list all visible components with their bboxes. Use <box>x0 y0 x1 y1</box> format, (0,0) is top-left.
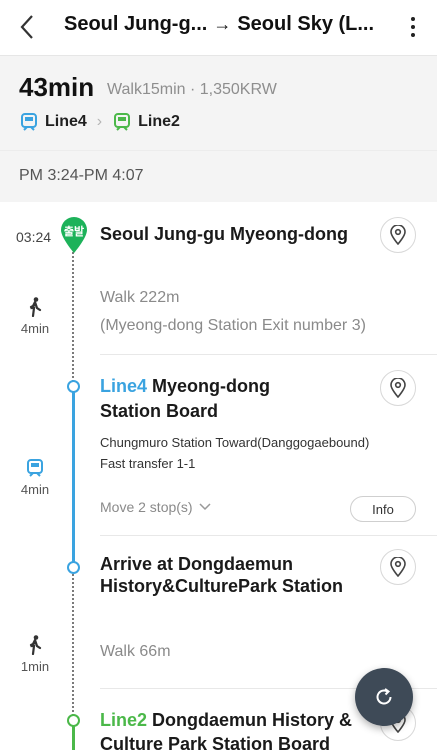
refresh-button[interactable] <box>355 668 413 726</box>
walk-connector <box>72 574 74 716</box>
walk-distance: Walk 222m <box>100 289 180 306</box>
board-station-line1: Dongdaemun History & <box>147 710 353 730</box>
walk-connector <box>72 252 74 386</box>
chevron-down-icon <box>199 503 211 511</box>
walk-distance: Walk 66m <box>100 643 171 660</box>
route-timeline: 03:24 출발 Seoul Jung-gu Myeong-dong 4min … <box>0 202 437 750</box>
walk-duration: 4min <box>20 321 50 336</box>
departure-time: 03:24 <box>16 229 52 245</box>
origin-name: Seoul Jung-g... <box>64 13 208 35</box>
back-arrow-icon <box>20 15 33 39</box>
time-range: PM 3:24-PM 4:07 <box>19 167 144 184</box>
location-pin-icon <box>390 557 406 577</box>
fast-transfer: Fast transfer 1-1 <box>100 456 196 471</box>
board-title: Line4 Myeong-dong Station Board <box>100 374 270 424</box>
more-options-button[interactable] <box>401 10 425 44</box>
subway-icon <box>21 113 37 131</box>
info-button[interactable]: Info <box>350 496 416 522</box>
back-button[interactable] <box>10 10 44 44</box>
route-arrow: → <box>213 14 232 34</box>
location-button[interactable] <box>380 549 416 585</box>
location-button[interactable] <box>380 217 416 253</box>
arrive-line2: History&CulturePark Station <box>100 576 344 596</box>
walking-person-icon <box>29 297 42 317</box>
line-label: Line2 <box>138 113 180 130</box>
route-summary: 43min Walk15min · 1,350KRW Line4 › Line2 <box>0 56 437 150</box>
subway-icon <box>114 113 131 131</box>
board-node <box>67 714 80 727</box>
total-duration: 43min <box>19 72 95 102</box>
walk-duration: 1min <box>20 659 50 674</box>
line-name: Line4 <box>100 376 148 396</box>
destination-name: Seoul Sky (L... <box>237 13 375 35</box>
ride-duration: 4min <box>20 482 50 497</box>
location-pin-icon <box>390 378 406 398</box>
departure-badge: 출발 <box>63 226 85 238</box>
board-direction: Chungmuro Station Toward(Danggogaebound) <box>100 435 370 450</box>
board-title: Line2 Dongdaemun History & Culture Park … <box>100 708 352 750</box>
top-bar: Seoul Jung-g... → Seoul Sky (L... <box>0 0 437 56</box>
move-stops-toggle[interactable]: Move 2 stop(s) <box>100 499 211 515</box>
arrive-node <box>67 561 80 574</box>
arrive-line1: Arrive at Dongdaemun <box>100 554 294 574</box>
route-meta: Walk15min · 1,350KRW <box>107 81 277 98</box>
more-vert-icon <box>411 17 415 21</box>
line-chip-line2: Line2 <box>112 112 180 132</box>
board-station-line2: Station Board <box>100 401 219 421</box>
arrive-title: Arrive at Dongdaemun History&CulturePark… <box>100 553 343 597</box>
subway-icon <box>27 459 43 477</box>
walking-person-icon <box>29 635 42 655</box>
line-chip-line4: Line4 <box>19 112 87 132</box>
board-node <box>67 380 80 393</box>
walk-segment-2: 1min <box>20 635 50 674</box>
walk-segment-1: 4min <box>20 297 50 336</box>
divider <box>100 354 437 355</box>
chevron-right-icon: › <box>96 113 103 130</box>
location-button[interactable] <box>380 370 416 406</box>
ride-segment-1: 4min <box>20 458 50 497</box>
time-range-bar: PM 3:24-PM 4:07 <box>0 150 437 202</box>
board-station-line2: Culture Park Station Board <box>100 734 331 750</box>
board-station-line1: Myeong-dong <box>147 376 270 396</box>
line-label: Line4 <box>45 113 87 130</box>
line-name: Line2 <box>100 710 148 730</box>
divider <box>100 535 437 536</box>
line4-connector <box>72 386 75 567</box>
move-stops-label: Move 2 stop(s) <box>100 499 193 515</box>
walk-detail: (Myeong-dong Station Exit number 3) <box>100 317 366 334</box>
line-sequence: Line4 › Line2 <box>19 112 180 132</box>
start-title: Seoul Jung-gu Myeong-dong <box>100 224 348 244</box>
location-pin-icon <box>390 225 406 245</box>
refresh-icon <box>376 688 392 705</box>
route-title: Seoul Jung-g... → Seoul Sky (L... <box>64 13 394 36</box>
